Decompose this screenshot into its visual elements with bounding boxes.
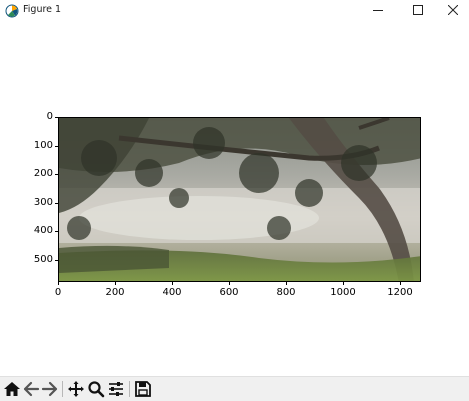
home-button[interactable]	[3, 380, 21, 398]
save-button[interactable]	[134, 380, 152, 398]
ytick-mark	[55, 117, 58, 118]
ytick-label: 400	[33, 225, 53, 236]
forward-button[interactable]	[41, 380, 59, 398]
xtick-label: 800	[276, 287, 296, 298]
xtick-label: 1200	[387, 287, 413, 298]
xtick-label: 200	[105, 287, 125, 298]
xtick-label: 0	[54, 287, 62, 298]
ytick-mark	[55, 146, 58, 147]
xtick-label: 1000	[330, 287, 356, 298]
maximize-icon	[413, 5, 423, 15]
xtick-mark	[115, 282, 116, 285]
ytick-label: 300	[33, 197, 53, 208]
configure-subplots-icon	[109, 382, 123, 396]
close-icon	[448, 5, 458, 15]
zoom-button[interactable]	[87, 380, 105, 398]
minimize-button[interactable]	[361, 0, 395, 21]
navigation-toolbar	[0, 376, 469, 401]
matplotlib-figure-icon	[5, 3, 19, 18]
ytick-label: 100	[33, 140, 53, 151]
xtick-mark	[286, 282, 287, 285]
tree-branches-over-lake-photo	[59, 118, 420, 281]
xtick-mark	[343, 282, 344, 285]
pan-icon	[68, 381, 84, 397]
save-icon	[135, 381, 151, 397]
xtick-mark	[400, 282, 401, 285]
ytick-mark	[55, 231, 58, 232]
ytick-label: 500	[33, 254, 53, 265]
zoom-icon	[88, 381, 105, 398]
home-icon	[4, 382, 20, 396]
ytick-mark	[55, 260, 58, 261]
ytick-mark	[55, 174, 58, 175]
xtick-label: 600	[219, 287, 239, 298]
minimize-icon	[373, 10, 383, 11]
window-title: Figure 1	[23, 4, 62, 15]
xtick-mark	[172, 282, 173, 285]
toolbar-separator	[129, 381, 130, 397]
ytick-mark	[55, 203, 58, 204]
axes-image[interactable]	[58, 117, 421, 282]
xtick-mark	[58, 282, 59, 285]
ytick-label: 200	[33, 168, 53, 179]
maximize-button[interactable]	[401, 0, 435, 21]
back-button[interactable]	[22, 380, 40, 398]
xtick-mark	[229, 282, 230, 285]
close-button[interactable]	[436, 0, 469, 21]
window-titlebar: Figure 1	[0, 0, 469, 22]
ytick-label: 0	[46, 111, 53, 122]
pan-button[interactable]	[67, 380, 85, 398]
xtick-label: 400	[162, 287, 182, 298]
configure-subplots-button[interactable]	[107, 380, 125, 398]
back-icon	[23, 381, 40, 397]
forward-icon	[41, 381, 58, 397]
toolbar-separator	[62, 381, 63, 397]
